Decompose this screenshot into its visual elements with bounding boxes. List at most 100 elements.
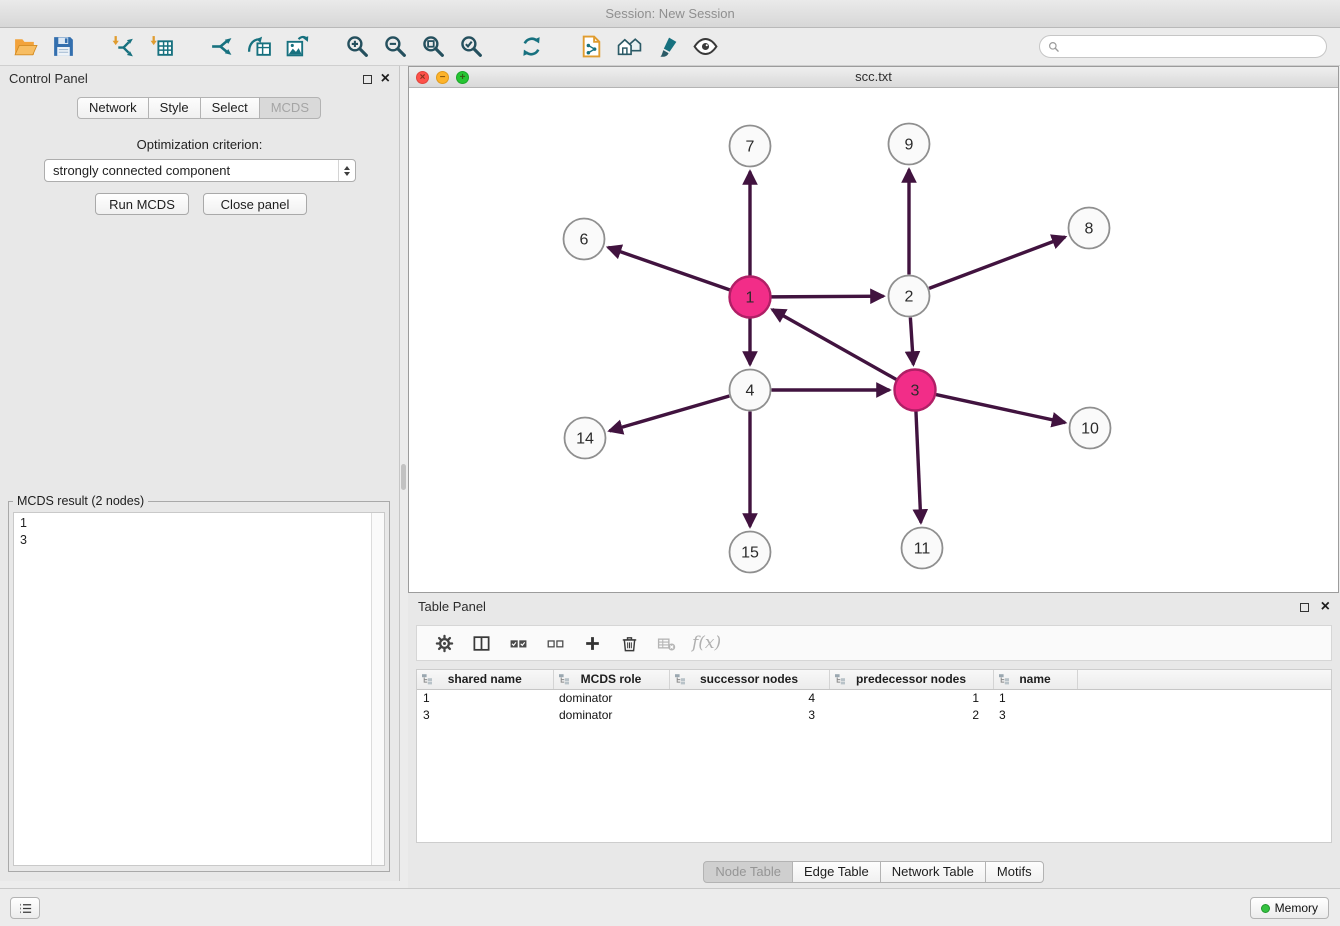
graph-edge-3-1[interactable]: [772, 310, 896, 380]
home-view-button[interactable]: [613, 31, 645, 63]
close-panel-icon[interactable]: ×: [381, 69, 390, 89]
node-table: shared name MCDS role successor nodes prede…: [416, 669, 1332, 843]
deselect-all-rows-button[interactable]: [540, 628, 570, 658]
window-titlebar: Session: New Session: [0, 0, 1340, 28]
run-mcds-button[interactable]: Run MCDS: [95, 193, 189, 215]
tab-edge-table[interactable]: Edge Table: [792, 861, 881, 883]
column-header-successor-nodes[interactable]: successor nodes: [669, 670, 829, 689]
split-panel-button[interactable]: [466, 628, 496, 658]
graph-edge-1-6[interactable]: [608, 247, 730, 289]
result-item[interactable]: 1: [20, 515, 384, 532]
tab-select[interactable]: Select: [200, 97, 260, 119]
result-item[interactable]: 3: [20, 532, 384, 549]
column-header-mcds-role[interactable]: MCDS role: [553, 670, 669, 689]
graph-edge-2-3[interactable]: [910, 317, 913, 364]
table-cell[interactable]: dominator: [553, 706, 669, 723]
import-table-from-file-button[interactable]: [145, 31, 177, 63]
application-window: Session: New Session Control Panel × Net…: [0, 0, 1340, 926]
table-cell[interactable]: 1: [993, 689, 1077, 706]
save-session-button[interactable]: [47, 31, 79, 63]
zoom-fit-button[interactable]: [417, 31, 449, 63]
mcds-result-group: MCDS result (2 nodes) 13: [8, 494, 390, 872]
column-header-label: MCDS role: [581, 672, 642, 686]
table-cell[interactable]: 3: [669, 706, 829, 723]
zoom-in-button[interactable]: [341, 31, 373, 63]
tab-node-table[interactable]: Node Table: [703, 861, 793, 883]
table-settings-button[interactable]: [429, 628, 459, 658]
table-row[interactable]: 3dominator323: [417, 706, 1331, 723]
toolbar-separator: [316, 28, 338, 65]
task-history-button[interactable]: [10, 897, 40, 919]
table-cell[interactable]: 1: [417, 689, 553, 706]
table-tabs: Node TableEdge TableNetwork TableMotifs: [408, 861, 1340, 883]
zoom-out-button[interactable]: [379, 31, 411, 63]
zoom-out-icon: [383, 34, 408, 59]
maximize-window-button[interactable]: +: [456, 71, 469, 84]
graph-node-label-10: 10: [1081, 421, 1099, 438]
graph-node-label-6: 6: [580, 232, 589, 249]
graph-edge-3-11[interactable]: [916, 411, 921, 522]
show-graphics-details-button[interactable]: [689, 31, 721, 63]
graph-edge-4-14[interactable]: [609, 396, 729, 431]
graph-node-label-15: 15: [741, 545, 759, 562]
table-cell[interactable]: 1: [829, 689, 993, 706]
memory-button[interactable]: Memory: [1250, 897, 1329, 919]
network-from-table-button[interactable]: [243, 31, 275, 63]
main-toolbar: [0, 28, 1340, 66]
show-graphics-details-icon: [693, 34, 718, 59]
export-image-button[interactable]: [281, 31, 313, 63]
select-all-rows-button[interactable]: [503, 628, 533, 658]
add-row-button[interactable]: [577, 628, 607, 658]
search-input[interactable]: [1061, 36, 1326, 57]
apply-function-button[interactable]: f(x): [688, 628, 725, 658]
close-window-button[interactable]: ×: [416, 71, 429, 84]
attribute-icon: [674, 673, 686, 685]
column-header-shared-name[interactable]: shared name: [417, 670, 553, 689]
close-panel-button[interactable]: Close panel: [203, 193, 307, 215]
scrollbar-thumb[interactable]: [401, 464, 406, 490]
close-table-panel-icon[interactable]: ×: [1321, 597, 1330, 617]
open-file-button[interactable]: [9, 31, 41, 63]
optimization-criterion-select[interactable]: strongly connected component: [44, 159, 356, 182]
column-header-name[interactable]: name: [993, 670, 1077, 689]
table-cell[interactable]: dominator: [553, 689, 669, 706]
table-row[interactable]: 1dominator411: [417, 689, 1331, 706]
session-document-button[interactable]: [575, 31, 607, 63]
search-box[interactable]: [1039, 35, 1327, 58]
control-panel-scrollbar[interactable]: [400, 66, 408, 881]
zoom-selected-icon: [459, 34, 484, 59]
table-cell[interactable]: 3: [417, 706, 553, 723]
control-panel: Control Panel × NetworkStyleSelectMCDS O…: [0, 66, 400, 881]
tab-network-table[interactable]: Network Table: [880, 861, 986, 883]
table-panel-header: Table Panel ×: [408, 596, 1340, 618]
refresh-view-button[interactable]: [515, 31, 547, 63]
result-scrollbar[interactable]: [371, 513, 384, 865]
column-header-label: name: [1019, 672, 1050, 686]
minimize-window-button[interactable]: −: [436, 71, 449, 84]
column-header-label: predecessor nodes: [856, 672, 966, 686]
float-panel-icon[interactable]: [363, 75, 372, 84]
tab-style[interactable]: Style: [148, 97, 201, 119]
table-cell[interactable]: 3: [993, 706, 1077, 723]
clear-table-button[interactable]: [651, 628, 681, 658]
apply-style-button[interactable]: [651, 31, 683, 63]
graph-edge-3-10[interactable]: [936, 395, 1065, 423]
graph-edge-2-8[interactable]: [929, 237, 1065, 288]
import-network-from-file-button[interactable]: [107, 31, 139, 63]
tab-network[interactable]: Network: [77, 97, 149, 119]
column-header-predecessor-nodes[interactable]: predecessor nodes: [829, 670, 993, 689]
tab-motifs[interactable]: Motifs: [985, 861, 1044, 883]
attribute-icon: [558, 673, 570, 685]
zoom-selected-button[interactable]: [455, 31, 487, 63]
delete-row-button[interactable]: [614, 628, 644, 658]
table-cell[interactable]: 2: [829, 706, 993, 723]
optimization-criterion-label: Optimization criterion:: [0, 137, 399, 152]
toolbar-separator: [490, 28, 512, 65]
network-canvas[interactable]: 7968124314101511: [409, 88, 1338, 592]
table-cell[interactable]: 4: [669, 689, 829, 706]
refresh-view-icon: [519, 34, 544, 59]
new-network-button[interactable]: [205, 31, 237, 63]
float-table-panel-icon[interactable]: [1300, 603, 1309, 612]
tab-mcds[interactable]: MCDS: [259, 97, 321, 119]
graph-edge-1-2[interactable]: [771, 296, 883, 297]
